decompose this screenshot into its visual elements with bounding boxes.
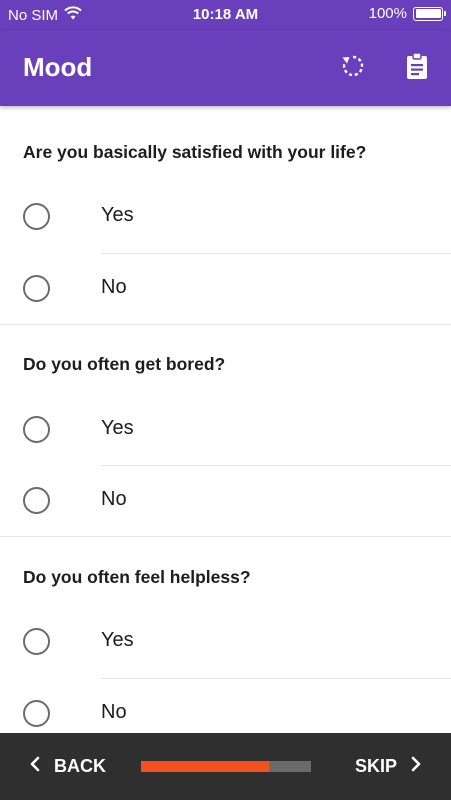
radio-button[interactable] xyxy=(23,203,50,230)
battery-icon xyxy=(413,6,446,21)
page-title: Mood xyxy=(23,52,93,82)
radio-button[interactable] xyxy=(23,275,50,302)
restart-button[interactable] xyxy=(335,50,371,86)
chevron-left-icon xyxy=(30,756,40,777)
option-label: No xyxy=(101,701,127,723)
option-label: No xyxy=(101,488,127,510)
section-divider xyxy=(0,324,451,325)
question-list[interactable]: Are you basically satisfied with your li… xyxy=(0,106,451,733)
option-label: No xyxy=(101,276,127,298)
skip-label: SKIP xyxy=(354,756,397,776)
progress-fill xyxy=(141,761,269,772)
progress-bar xyxy=(141,761,311,772)
option-q2-yes[interactable]: Yes xyxy=(0,394,451,464)
app-bar: Mood xyxy=(0,30,451,106)
restart-icon xyxy=(340,53,366,84)
battery-percent: 100% xyxy=(368,5,407,22)
option-q3-no[interactable]: No xyxy=(0,678,451,733)
battery-status: 100% xyxy=(368,5,446,22)
question-title: Do you often feel helpless? xyxy=(23,567,251,587)
option-q3-yes[interactable]: Yes xyxy=(0,606,451,676)
bottom-nav-bar: BACK SKIP xyxy=(0,733,451,800)
clipboard-icon xyxy=(405,51,429,85)
section-divider xyxy=(0,536,451,537)
option-label: Yes xyxy=(101,629,134,651)
back-button[interactable]: BACK xyxy=(30,756,106,777)
status-bar: No SIM 10:18 AM 100% xyxy=(0,0,451,30)
option-q1-no[interactable]: No xyxy=(0,253,451,323)
question-title: Are you basically satisfied with your li… xyxy=(23,142,367,162)
clipboard-button[interactable] xyxy=(399,50,435,86)
back-label: BACK xyxy=(54,756,106,776)
radio-button[interactable] xyxy=(23,700,50,727)
radio-button[interactable] xyxy=(23,487,50,514)
radio-button[interactable] xyxy=(23,416,50,443)
question-title: Do you often get bored? xyxy=(23,354,226,374)
option-label: Yes xyxy=(101,204,134,226)
skip-button[interactable]: SKIP xyxy=(355,756,421,777)
option-label: Yes xyxy=(101,417,134,439)
chevron-right-icon xyxy=(411,756,421,777)
option-q1-yes[interactable]: Yes xyxy=(0,181,451,251)
option-q2-no[interactable]: No xyxy=(0,465,451,535)
radio-button[interactable] xyxy=(23,628,50,655)
